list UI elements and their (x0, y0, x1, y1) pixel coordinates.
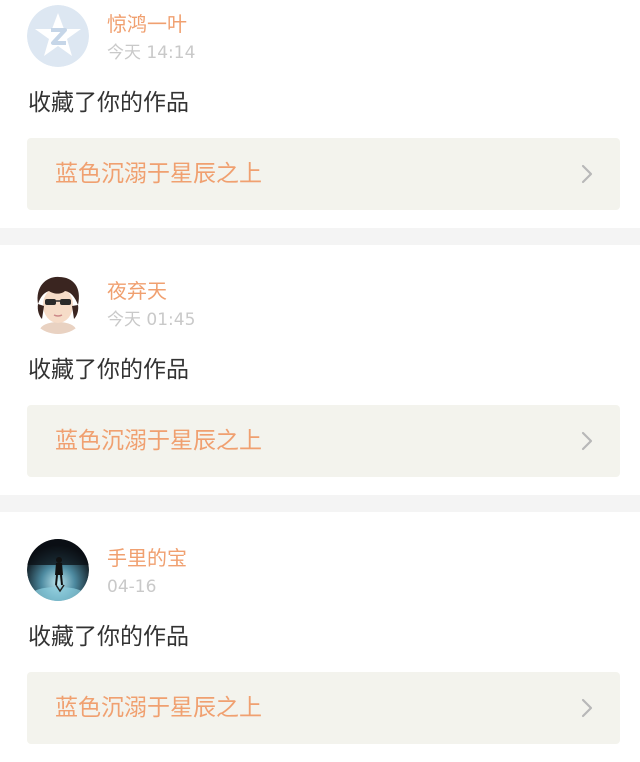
cartoon-person-avatar-icon (27, 272, 89, 334)
username[interactable]: 手里的宝 (107, 546, 187, 570)
notification-card: 惊鸿一叶 今天 14:14 收藏了你的作品 蓝色沉溺于星辰之上 (0, 0, 640, 228)
notification-card: 夜弃天 今天 01:45 收藏了你的作品 蓝色沉溺于星辰之上 (0, 245, 640, 495)
avatar[interactable] (27, 272, 89, 334)
notification-feed: 惊鸿一叶 今天 14:14 收藏了你的作品 蓝色沉溺于星辰之上 夜弃天 今天 0… (0, 0, 640, 762)
qzone-default-avatar-icon (27, 5, 89, 67)
action-text: 收藏了你的作品 (28, 357, 189, 383)
username[interactable]: 夜弃天 (107, 279, 167, 303)
work-link[interactable]: 蓝色沉溺于星辰之上 (27, 138, 620, 210)
timestamp: 今天 01:45 (107, 310, 196, 330)
work-title: 蓝色沉溺于星辰之上 (55, 695, 262, 721)
timestamp: 04-16 (107, 577, 157, 597)
notification-card: 手里的宝 04-16 收藏了你的作品 蓝色沉溺于星辰之上 (0, 512, 640, 762)
work-link[interactable]: 蓝色沉溺于星辰之上 (27, 405, 620, 477)
action-text: 收藏了你的作品 (28, 90, 189, 116)
chevron-right-icon (580, 430, 594, 452)
username[interactable]: 惊鸿一叶 (107, 12, 187, 36)
work-title: 蓝色沉溺于星辰之上 (55, 428, 262, 454)
chevron-right-icon (580, 163, 594, 185)
work-link[interactable]: 蓝色沉溺于星辰之上 (27, 672, 620, 744)
action-text: 收藏了你的作品 (28, 624, 189, 650)
chevron-right-icon (580, 697, 594, 719)
avatar[interactable] (27, 5, 89, 67)
avatar[interactable] (27, 539, 89, 601)
work-title: 蓝色沉溺于星辰之上 (55, 161, 262, 187)
timestamp: 今天 14:14 (107, 43, 196, 63)
silhouette-photo-avatar-icon (27, 539, 89, 601)
